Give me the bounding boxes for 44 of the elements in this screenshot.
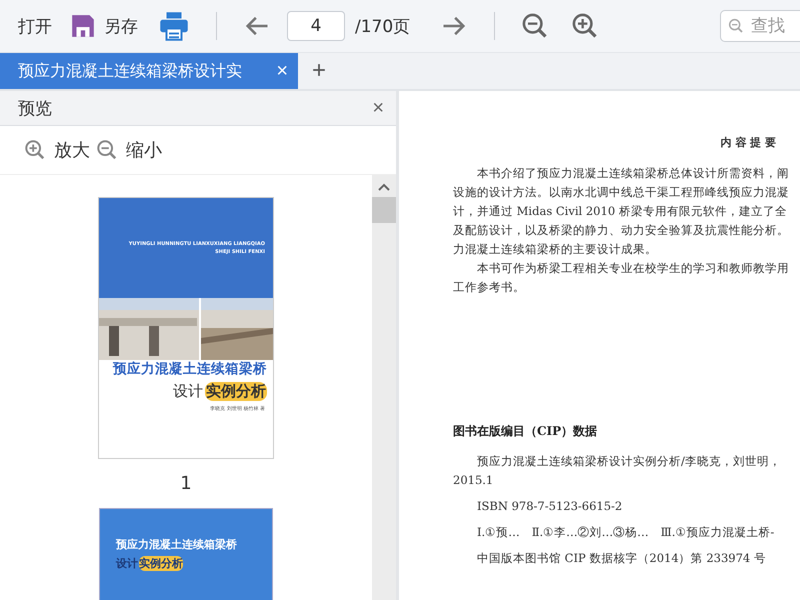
section-heading: 内 容 提 要 [720, 135, 776, 150]
zoom-out-icon [521, 12, 550, 40]
cover-title: 预应力混凝土连续箱梁桥 [112, 360, 268, 378]
page-thumbnail[interactable]: 预应力混凝土连续箱梁桥 设计实例分析 [99, 508, 273, 600]
close-button[interactable]: × [372, 96, 384, 120]
search-field[interactable]: 查找 [720, 10, 800, 42]
new-tab-button[interactable]: + [298, 53, 340, 89]
paragraph-line: 本书可作为桥梁工程相关专业在校学生的学习和教师教学用 [476, 260, 790, 277]
zoom-out-icon [96, 139, 118, 161]
cip-heading: 图书在版编目（CIP）数据 [453, 423, 598, 440]
zoom-in-button[interactable]: 放大 [24, 138, 90, 162]
page-total: /170页 [355, 16, 410, 38]
paragraph-line: 工作参考书。 [453, 279, 526, 296]
paragraph-line: 设施的设计方法。以南水北调中线总干渠工程邢峰线预应力混凝 [453, 184, 790, 201]
open-button[interactable]: 打开 [14, 14, 56, 38]
paragraph-line: 及配筋设计，以及桥梁的静力、动力安全验算及抗震性能分析。 [453, 222, 790, 239]
zoom-in-icon [24, 139, 46, 161]
zoom-out-button[interactable]: 缩小 [96, 138, 162, 162]
cip-line: 中国版本图书馆 CIP 数据核字（2014）第 233974 号 [476, 550, 767, 567]
scrollbar-thumb[interactable] [372, 197, 396, 223]
page-number-field[interactable]: 4 [287, 11, 345, 41]
tab-title: 预应力混凝土连续箱梁桥设计实 [18, 60, 242, 82]
cip-line: ISBN 978-7-5123-6615-2 [476, 498, 624, 515]
cip-line: 2015.1 [453, 472, 494, 489]
save-as-button[interactable]: 另存 [66, 13, 142, 39]
caret-up-icon [378, 183, 390, 191]
paragraph-line: 计，并通过 Midas Civil 2010 桥梁专用有限元软件，建立了全 [453, 203, 788, 220]
cip-line: 预应力混凝土连续箱梁桥设计实例分析/李晓克，刘世明， [476, 453, 782, 470]
document-tab[interactable]: 预应力混凝土连续箱梁桥设计实 × [0, 53, 298, 89]
scrollbar[interactable] [372, 175, 396, 600]
cover-highlight: 实例分析 [205, 382, 267, 401]
paragraph-line: 本书介绍了预应力混凝土连续箱梁桥总体设计所需资料，阐 [476, 165, 790, 182]
cover-subtitle: 设计 [116, 556, 138, 571]
page-number: 1 [180, 473, 192, 494]
close-tab-button[interactable]: × [274, 60, 290, 82]
cip-line: Ⅰ.①预… Ⅱ.①李…②刘…③杨… Ⅲ.①预应力混凝土桥- [476, 524, 776, 541]
printer-icon [158, 11, 190, 41]
cover-title: 预应力混凝土连续箱梁桥 [116, 537, 238, 552]
paragraph-line: 力混凝土连续箱梁桥的主要设计成果。 [453, 241, 658, 258]
search-icon [728, 18, 744, 34]
panel-title: 预览 [18, 98, 52, 120]
cover-highlight: 实例分析 [139, 556, 183, 571]
zoom-in-icon [571, 12, 600, 40]
cover-subtitle: 设计 [173, 382, 203, 401]
